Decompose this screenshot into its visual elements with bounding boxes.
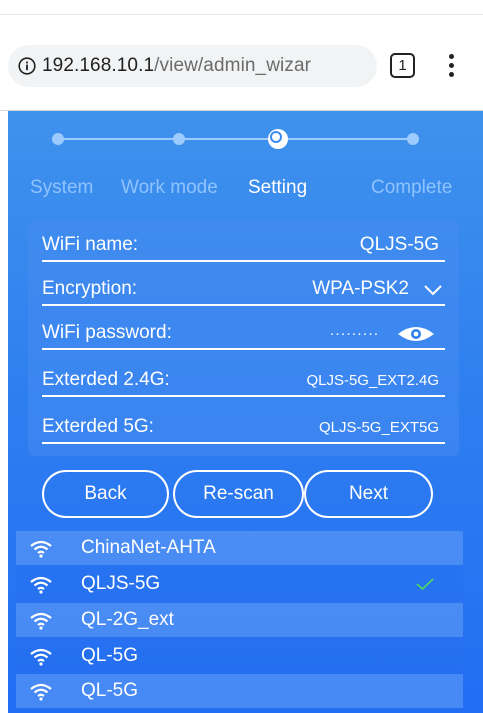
wizard-stepper	[8, 111, 483, 171]
step-dot-setting	[268, 129, 288, 149]
step-dot-system	[52, 133, 64, 145]
more-vert-icon[interactable]	[441, 52, 461, 80]
step-label-system: System	[30, 177, 94, 198]
wifi-signal-icon	[30, 612, 52, 630]
step-label-setting: Setting	[248, 177, 308, 198]
wifi-signal-icon	[30, 540, 52, 558]
extended-5g-label: Exterded 5G:	[42, 416, 154, 437]
wizard-page: System Work mode Setting Complete WiFi n…	[8, 111, 483, 713]
extended-24g-label: Exterded 2.4G:	[42, 369, 170, 390]
step-dot-work-mode	[173, 133, 185, 145]
wifi-password-value[interactable]: ·········	[330, 325, 379, 342]
network-ssid: QL-5G	[81, 680, 139, 701]
settings-panel: WiFi name: QLJS-5G Encryption: WPA-PSK2 …	[28, 220, 459, 456]
url-path: /view/admin_wizar	[154, 55, 312, 76]
wifi-password-label: WiFi password:	[42, 322, 172, 343]
wifi-signal-icon	[30, 576, 52, 594]
url-host: 192.168.10.1	[42, 55, 155, 76]
extended-24g-value[interactable]: QLJS-5G_EXT2.4G	[306, 372, 439, 389]
extended-5g-value[interactable]: QLJS-5G_EXT5G	[319, 419, 439, 436]
tab-count: 1	[398, 57, 407, 74]
network-ssid: QL-5G	[81, 645, 139, 666]
wifi-name-field[interactable]: WiFi name: QLJS-5G	[42, 224, 445, 262]
wifi-signal-icon	[30, 683, 52, 701]
wifi-signal-icon	[30, 648, 52, 666]
encryption-select[interactable]: Encryption: WPA-PSK2	[42, 268, 445, 306]
chevron-down-icon[interactable]	[423, 284, 443, 296]
step-label-complete: Complete	[371, 177, 453, 198]
rescan-button[interactable]: Re-scan	[173, 470, 304, 518]
encryption-label: Encryption:	[42, 278, 138, 299]
step-connector	[288, 138, 413, 140]
menu-dot	[449, 54, 454, 59]
network-ssid: QL-2G_ext	[81, 609, 174, 630]
tab-switcher-button[interactable]: 1	[390, 53, 415, 78]
extended-5g-field[interactable]: Exterded 5G: QLJS-5G_EXT5G	[42, 406, 445, 444]
network-row[interactable]: QLJS-5G	[16, 567, 463, 601]
step-label-work-mode: Work mode	[121, 177, 218, 198]
wifi-name-value[interactable]: QLJS-5G	[360, 234, 439, 256]
encryption-value[interactable]: WPA-PSK2	[312, 278, 409, 300]
wifi-name-label: WiFi name:	[42, 234, 139, 255]
network-ssid: QLJS-5G	[81, 573, 161, 594]
address-bar[interactable]: 192.168.10.1/view/admin_wizar	[8, 45, 377, 87]
network-row[interactable]: ChinaNet-AHTA	[16, 531, 463, 565]
browser-chrome: 192.168.10.1/view/admin_wizar 1	[0, 0, 483, 111]
menu-dot	[449, 72, 454, 77]
network-ssid: ChinaNet-AHTA	[81, 537, 216, 558]
step-dot-complete	[407, 133, 419, 145]
step-connector	[58, 138, 178, 140]
network-list: ChinaNet-AHTA QLJS-5G QL-2G_ext QL-5G QL-5G	[16, 531, 463, 713]
network-row[interactable]: QL-2G_ext	[16, 603, 463, 637]
network-row[interactable]: QL-5G	[16, 639, 463, 673]
step-connector	[178, 138, 278, 140]
menu-dot	[449, 63, 454, 68]
extended-24g-field[interactable]: Exterded 2.4G: QLJS-5G_EXT2.4G	[42, 359, 445, 397]
next-button[interactable]: Next	[304, 470, 433, 518]
url-text[interactable]: 192.168.10.1/view/admin_wizar	[42, 55, 311, 77]
eye-icon[interactable]	[397, 325, 435, 343]
divider	[0, 14, 483, 15]
network-row[interactable]: QL-5G	[16, 674, 463, 708]
checkmark-icon	[416, 577, 434, 591]
wifi-password-field[interactable]: WiFi password: ·········	[42, 312, 445, 350]
back-button[interactable]: Back	[42, 470, 169, 518]
info-icon[interactable]	[18, 57, 36, 75]
